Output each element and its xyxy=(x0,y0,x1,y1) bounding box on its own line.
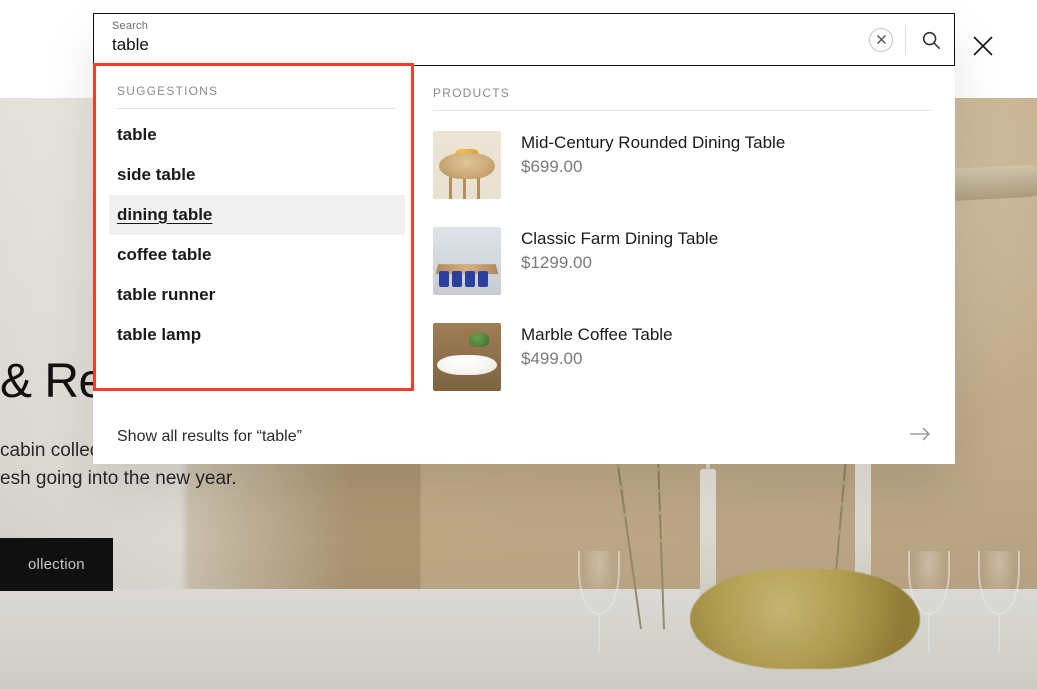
product-title: Marble Coffee Table xyxy=(521,325,673,345)
product-result[interactable]: Mid-Century Rounded Dining Table $699.00 xyxy=(433,117,931,213)
search-field[interactable]: Search xyxy=(93,13,955,66)
hero-copy-line: cabin collec xyxy=(0,440,99,461)
close-search-button[interactable] xyxy=(969,32,997,60)
search-icon xyxy=(920,29,942,51)
hero-decoration xyxy=(900,551,958,661)
products-heading: PRODUCTS xyxy=(433,86,931,111)
suggestion-item[interactable]: side table xyxy=(109,155,405,195)
product-result[interactable]: Classic Farm Dining Table $1299.00 xyxy=(433,213,931,309)
search-label: Search xyxy=(112,20,862,32)
product-title: Classic Farm Dining Table xyxy=(521,229,718,249)
search-input[interactable] xyxy=(112,35,862,55)
suggestion-item[interactable]: table runner xyxy=(109,275,405,315)
show-all-results-button[interactable]: Show all results for “table” xyxy=(93,411,955,464)
product-thumbnail xyxy=(433,131,501,199)
search-submit-button[interactable] xyxy=(918,27,944,53)
product-info: Classic Farm Dining Table $1299.00 xyxy=(521,227,718,295)
product-thumbnail xyxy=(433,227,501,295)
close-icon xyxy=(972,35,994,57)
suggestion-item[interactable]: dining table xyxy=(109,195,405,235)
show-all-results-label: Show all results for “table” xyxy=(117,428,302,446)
hero-copy-line: esh going into the new year. xyxy=(0,468,237,489)
hero-decoration xyxy=(855,454,871,629)
product-price: $499.00 xyxy=(521,349,673,369)
products-column: PRODUCTS Mid-Century Rounded Dining Tabl… xyxy=(433,84,931,405)
hero-decoration xyxy=(690,569,920,669)
hero-decoration xyxy=(570,551,628,661)
suggestions-column: SUGGESTIONS tableside tabledining tablec… xyxy=(117,84,417,405)
product-info: Mid-Century Rounded Dining Table $699.00 xyxy=(521,131,785,199)
arrow-right-icon xyxy=(909,427,931,446)
product-title: Mid-Century Rounded Dining Table xyxy=(521,133,785,153)
product-price: $699.00 xyxy=(521,157,785,177)
product-thumbnail xyxy=(433,323,501,391)
product-result[interactable]: Marble Coffee Table $499.00 xyxy=(433,309,931,405)
suggestion-item[interactable]: table xyxy=(109,115,405,155)
hero-decoration xyxy=(700,469,716,629)
close-icon xyxy=(877,35,886,44)
search-overlay: Search SUGGESTIONS tableside tabledining… xyxy=(93,13,955,464)
clear-search-button[interactable] xyxy=(869,28,893,52)
search-results-body: SUGGESTIONS tableside tabledining tablec… xyxy=(93,66,955,411)
hero-decoration xyxy=(970,551,1028,661)
suggestions-highlight: SUGGESTIONS tableside tabledining tablec… xyxy=(94,67,417,361)
search-actions xyxy=(869,25,944,55)
product-price: $1299.00 xyxy=(521,253,718,273)
suggestions-heading: SUGGESTIONS xyxy=(117,84,397,109)
suggestion-item[interactable]: coffee table xyxy=(109,235,405,275)
product-info: Marble Coffee Table $499.00 xyxy=(521,323,673,391)
hero-decoration xyxy=(0,589,1037,689)
suggestion-item[interactable]: table lamp xyxy=(109,315,405,355)
shop-collection-button[interactable]: ollection xyxy=(0,538,113,591)
divider xyxy=(905,25,906,55)
